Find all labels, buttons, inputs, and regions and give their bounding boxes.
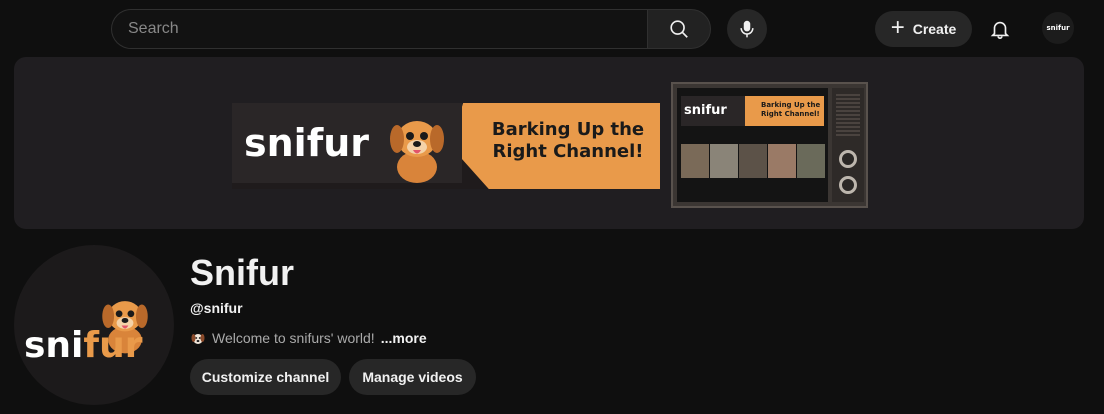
tv-logo-text: snifur	[684, 103, 727, 118]
search-input[interactable]	[128, 20, 647, 38]
dog-emoji-icon	[191, 334, 205, 344]
channel-avatar[interactable]: snifur	[14, 245, 174, 405]
manage-videos-button[interactable]: Manage videos	[349, 359, 476, 395]
voice-search-button[interactable]	[727, 9, 767, 49]
tv-knob	[839, 176, 857, 194]
microphone-icon	[740, 20, 754, 38]
avatar-logo-part-highlight: fur	[83, 325, 143, 366]
create-label: Create	[912, 21, 957, 37]
tv-control-panel	[832, 88, 864, 202]
tv-thumbnail	[739, 144, 767, 178]
plus-icon: +	[890, 14, 905, 41]
search-bar	[111, 9, 711, 49]
search-box[interactable]	[111, 9, 647, 49]
banner-logo-text: snifur	[244, 121, 370, 165]
avatar-logo-part: sni	[24, 325, 84, 366]
account-avatar[interactable]: snifur	[1042, 12, 1074, 44]
search-icon	[670, 20, 688, 38]
tv-knob	[839, 150, 857, 168]
description-text: Welcome to snifurs' world!	[212, 330, 375, 346]
channel-banner: snifur Barking Up the Right Channel! sni…	[14, 57, 1084, 229]
top-bar: + Create snifur	[0, 0, 1104, 56]
search-button[interactable]	[647, 9, 711, 49]
bell-icon	[990, 21, 1010, 39]
dog-mascot-icon	[390, 121, 444, 183]
customize-channel-button[interactable]: Customize channel	[190, 359, 341, 395]
channel-handle: @snifur	[190, 300, 243, 316]
channel-title: Snifur	[190, 252, 294, 293]
more-link[interactable]: ...more	[381, 330, 427, 346]
create-button[interactable]: + Create	[875, 11, 972, 47]
banner-tv-mockup: snifur Barking Up the Right Channel!	[671, 82, 868, 208]
channel-description[interactable]: Welcome to snifurs' world! ...more	[190, 330, 427, 346]
notifications-button[interactable]	[980, 9, 1020, 49]
tv-screen: snifur Barking Up the Right Channel!	[677, 88, 828, 202]
avatar-logo-text: snifur	[24, 325, 142, 366]
tv-thumbnail	[768, 144, 796, 178]
banner-artwork: snifur Barking Up the Right Channel!	[232, 103, 660, 189]
banner-tagline: Barking Up the Right Channel!	[491, 119, 645, 162]
tv-thumbnail	[710, 144, 738, 178]
tv-screen-banner: snifur Barking Up the Right Channel!	[681, 96, 824, 126]
tv-speaker-grille	[836, 94, 860, 138]
avatar-logo-text: snifur	[1046, 24, 1070, 32]
tv-thumbnail	[797, 144, 825, 178]
tv-tagline: Barking Up the Right Channel!	[761, 101, 821, 118]
tv-thumbnail	[681, 144, 709, 178]
